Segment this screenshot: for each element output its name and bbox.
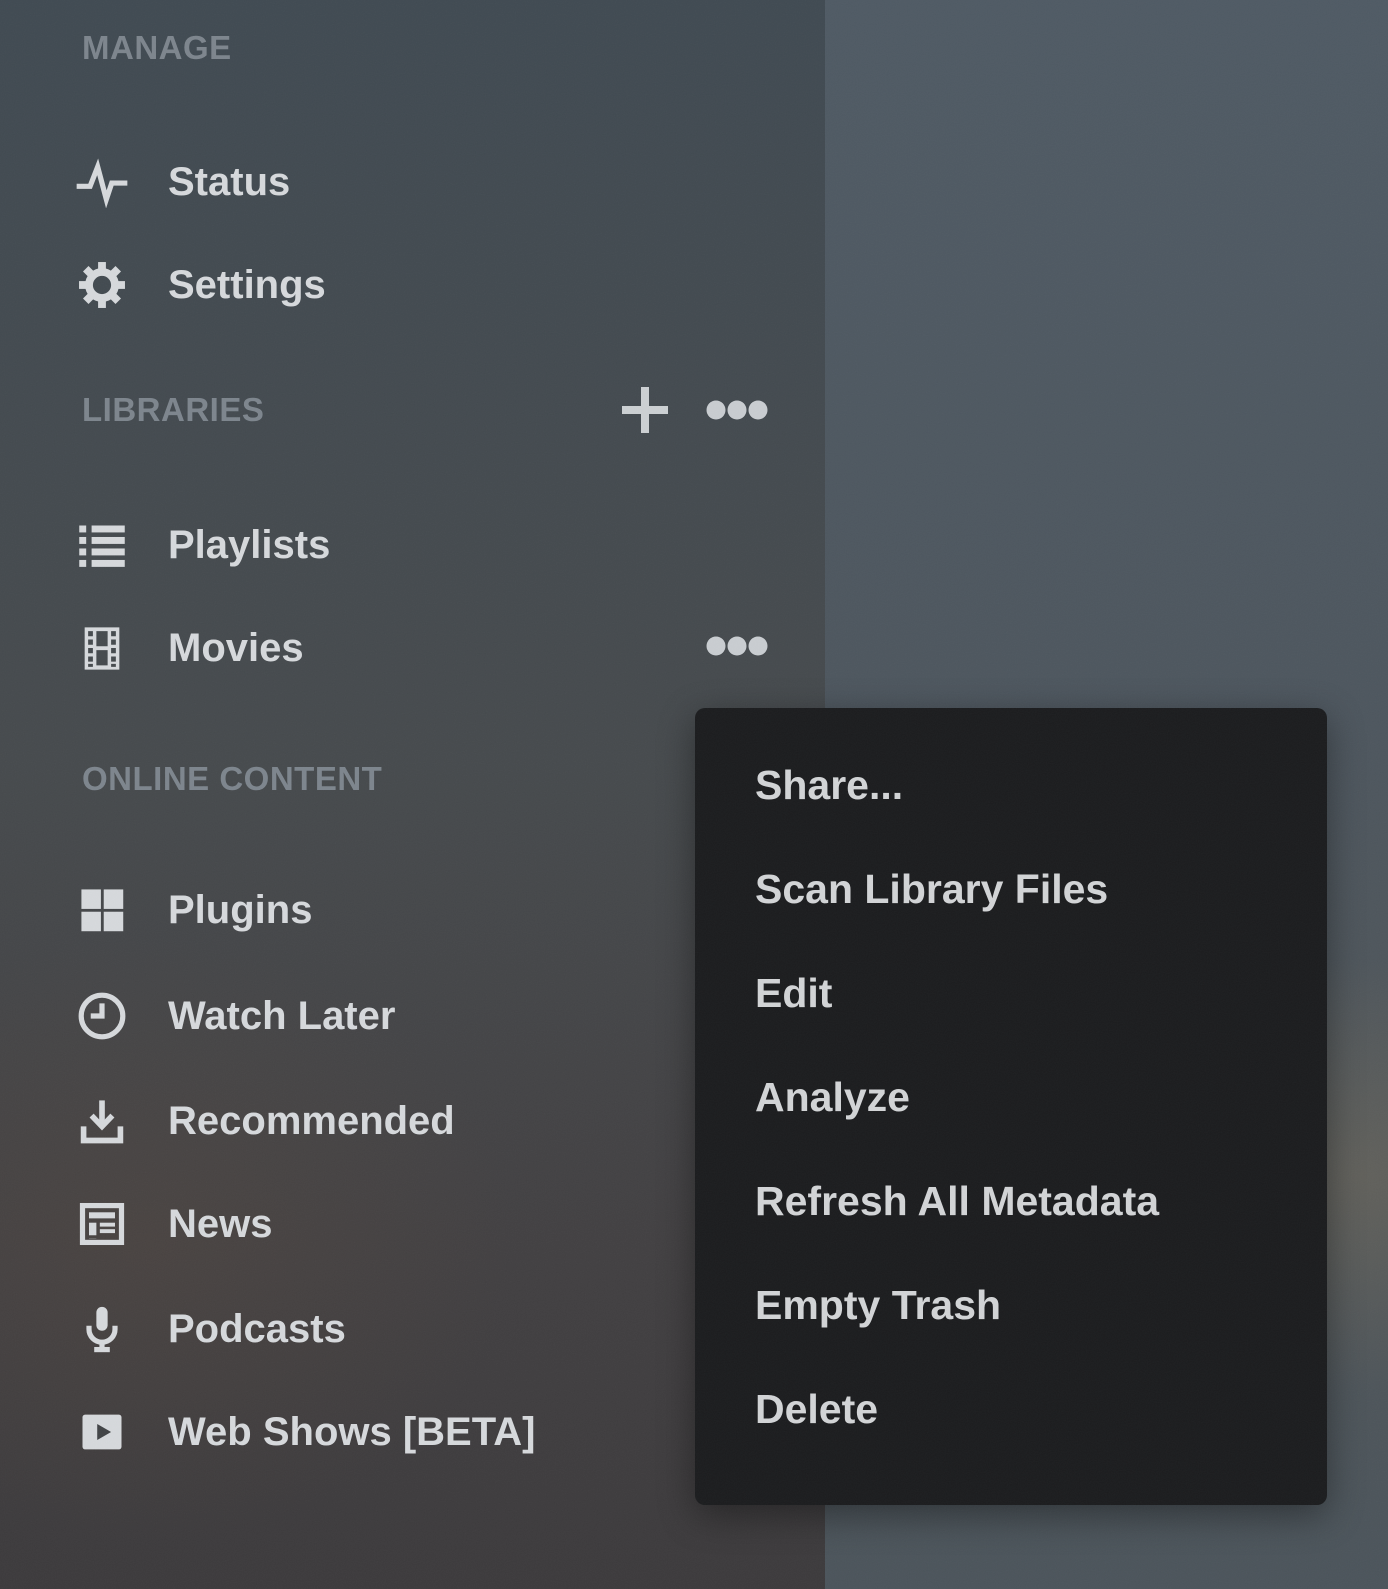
film-icon <box>76 622 128 674</box>
sidebar-item-label: Movies <box>168 626 304 671</box>
sidebar-item-label: Status <box>168 160 290 205</box>
section-header-libraries: LIBRARIES <box>82 389 264 431</box>
download-icon <box>76 1095 128 1147</box>
menu-item-empty-trash[interactable]: Empty Trash <box>695 1253 1327 1357</box>
playlist-icon <box>76 519 128 571</box>
sidebar-item-playlists[interactable]: Playlists <box>76 514 330 576</box>
sidebar-item-status[interactable]: Status <box>76 151 290 213</box>
menu-item-refresh-all-metadata[interactable]: Refresh All Metadata <box>695 1149 1327 1253</box>
sidebar-item-label: Recommended <box>168 1099 455 1144</box>
section-header-manage: MANAGE <box>82 27 232 69</box>
menu-item-edit[interactable]: Edit <box>695 941 1327 1045</box>
sidebar-item-web-shows[interactable]: Web Shows [BETA] <box>76 1401 535 1463</box>
libraries-more-button[interactable] <box>704 396 770 424</box>
sidebar-item-label: News <box>168 1202 273 1247</box>
sidebar-item-news[interactable]: News <box>76 1193 273 1255</box>
menu-item-share[interactable]: Share... <box>695 733 1327 837</box>
sidebar-item-label: Playlists <box>168 523 330 568</box>
library-context-menu: Share... Scan Library Files Edit Analyze… <box>695 708 1327 1505</box>
movies-more-button[interactable] <box>704 632 770 660</box>
menu-item-delete[interactable]: Delete <box>695 1357 1327 1461</box>
plex-sidebar-screen: MANAGE Status Settings LIBRARIES <box>0 0 1388 1589</box>
sidebar-item-label: Web Shows [BETA] <box>168 1410 535 1455</box>
ellipsis-icon <box>704 634 770 658</box>
plus-icon <box>620 385 670 435</box>
menu-item-scan-library-files[interactable]: Scan Library Files <box>695 837 1327 941</box>
sidebar-item-podcasts[interactable]: Podcasts <box>76 1298 346 1360</box>
clock-icon <box>76 990 128 1042</box>
play-square-icon <box>76 1406 128 1458</box>
activity-icon <box>76 156 128 208</box>
sidebar-item-recommended[interactable]: Recommended <box>76 1090 455 1152</box>
news-icon <box>76 1198 128 1250</box>
sidebar-item-label: Settings <box>168 263 326 308</box>
sidebar-item-plugins[interactable]: Plugins <box>76 879 312 941</box>
gear-icon <box>76 259 128 311</box>
microphone-icon <box>76 1303 128 1355</box>
sidebar-item-label: Plugins <box>168 888 312 933</box>
section-header-online-content: ONLINE CONTENT <box>82 758 382 800</box>
sidebar-item-watch-later[interactable]: Watch Later <box>76 985 395 1047</box>
ellipsis-icon <box>704 398 770 422</box>
sidebar-item-movies[interactable]: Movies <box>76 617 304 679</box>
menu-item-analyze[interactable]: Analyze <box>695 1045 1327 1149</box>
sidebar-item-label: Watch Later <box>168 994 395 1039</box>
grid-icon <box>76 884 128 936</box>
sidebar-item-settings[interactable]: Settings <box>76 254 326 316</box>
sidebar-item-label: Podcasts <box>168 1307 346 1352</box>
add-library-button[interactable] <box>615 380 675 440</box>
